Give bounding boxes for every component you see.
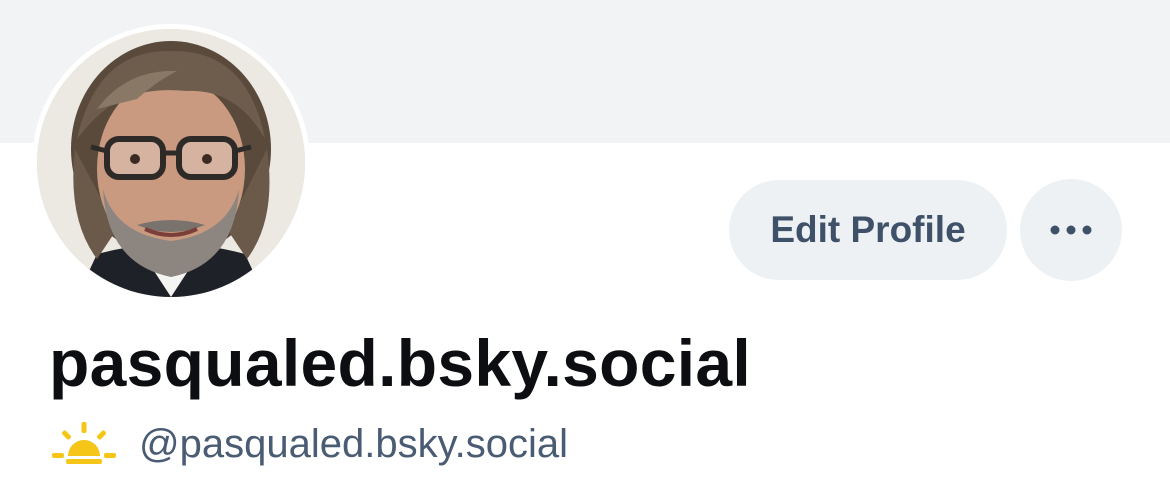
- more-options-button[interactable]: [1020, 179, 1122, 281]
- avatar-border: [32, 24, 310, 302]
- profile-handle[interactable]: @pasqualed.bsky.social: [139, 416, 568, 472]
- avatar-photo: [37, 29, 305, 297]
- sunrise-icon: [52, 422, 116, 464]
- profile-display-name: pasqualed.bsky.social: [49, 326, 752, 400]
- edit-profile-button[interactable]: Edit Profile: [729, 180, 1007, 280]
- handle-row: @pasqualed.bsky.social: [52, 416, 568, 472]
- avatar[interactable]: [37, 29, 305, 297]
- profile-header: Edit Profile pasqualed.bsky.social @pasq…: [0, 0, 1170, 500]
- ellipsis-icon: [1050, 225, 1092, 235]
